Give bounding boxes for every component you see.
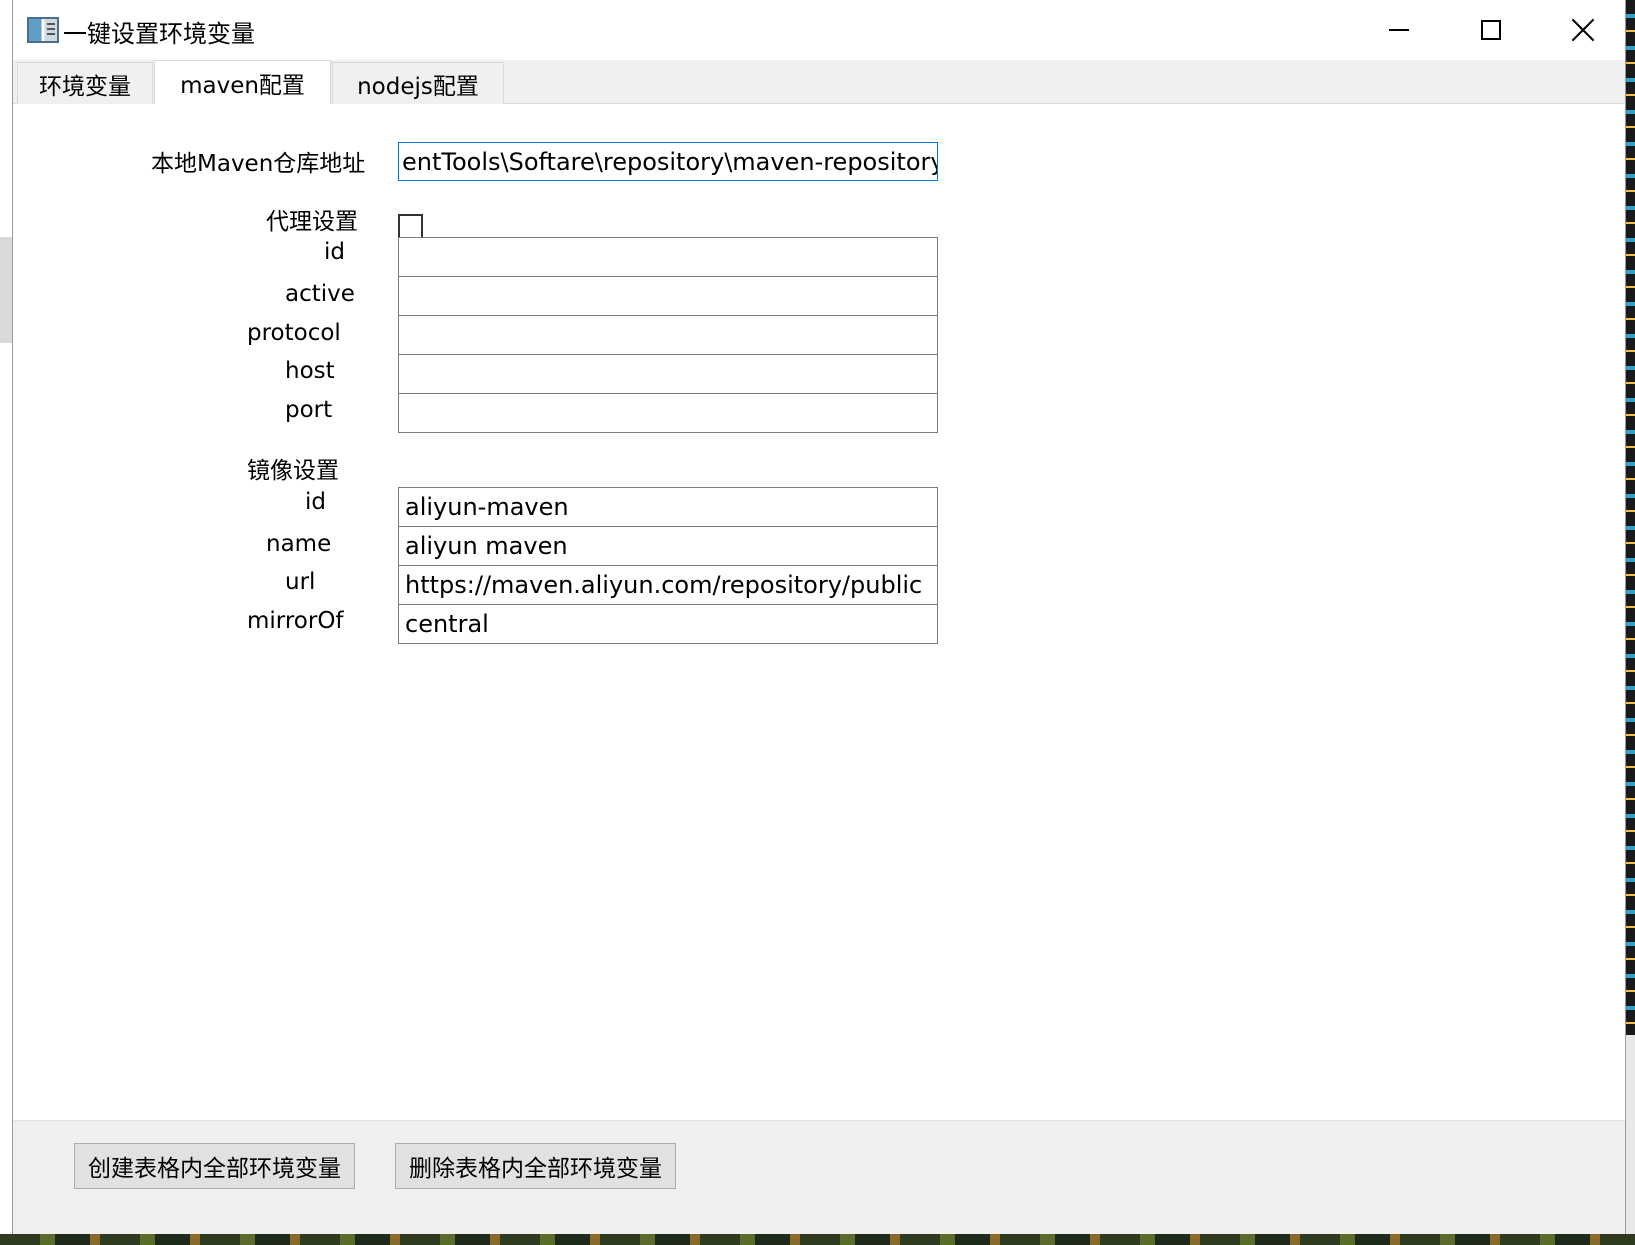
repo-path-value: entTools\Softare\repository\maven-reposi… (402, 148, 938, 176)
proxy-active-label: active (285, 281, 355, 307)
proxy-port-label: port (285, 397, 333, 423)
tab-strip: 环境变量 maven配置 nodejs配置 (13, 60, 1625, 105)
close-button[interactable] (1537, 0, 1629, 60)
proxy-active-input[interactable] (398, 276, 938, 316)
mirror-name-input[interactable]: aliyun maven (398, 526, 938, 566)
footer-bar: 创建表格内全部环境变量 删除表格内全部环境变量 (13, 1120, 1625, 1234)
mirror-url-input[interactable]: https://maven.aliyun.com/repository/publ… (398, 565, 938, 605)
delete-all-env-vars-button[interactable]: 删除表格内全部环境变量 (395, 1143, 676, 1189)
proxy-enabled-checkbox[interactable] (398, 214, 423, 239)
desktop-wallpaper-strip (0, 1234, 1635, 1245)
proxy-host-label: host (285, 358, 335, 384)
close-icon (1571, 18, 1595, 42)
proxy-host-input[interactable] (398, 354, 938, 394)
tab-maven-config[interactable]: maven配置 (154, 60, 331, 105)
mirror-url-label: url (285, 569, 316, 595)
mirror-mirrorof-label: mirrorOf (247, 608, 344, 634)
maximize-icon (1481, 20, 1501, 40)
tab-env-vars[interactable]: 环境变量 (17, 62, 153, 104)
repo-label: 本地Maven仓库地址 (151, 151, 366, 177)
proxy-port-input[interactable] (398, 393, 938, 433)
proxy-id-input[interactable] (398, 237, 938, 277)
proxy-protocol-label: protocol (247, 320, 341, 346)
title-bar[interactable]: 一键设置环境变量 (13, 0, 1625, 60)
mirror-name-label: name (266, 531, 332, 557)
repo-path-input[interactable]: entTools\Softare\repository\maven-reposi… (398, 142, 938, 181)
tab-nodejs-config[interactable]: nodejs配置 (332, 62, 504, 104)
proxy-id-label: id (324, 239, 345, 265)
background-window-right-lower (1625, 1035, 1635, 1245)
proxy-settings-label: 代理设置 (266, 209, 358, 235)
app-window-icon (27, 17, 59, 43)
maximize-button[interactable] (1445, 0, 1537, 60)
mirror-settings-label: 镜像设置 (247, 458, 339, 484)
create-all-env-vars-button[interactable]: 创建表格内全部环境变量 (74, 1143, 355, 1189)
mirror-mirrorof-input[interactable]: central (398, 604, 938, 644)
minimize-icon (1389, 29, 1409, 31)
proxy-protocol-input[interactable] (398, 315, 938, 355)
minimize-button[interactable] (1353, 0, 1445, 60)
app-window: 一键设置环境变量 环境变量 maven配置 nodejs配置 本地Maven仓库… (12, 0, 1626, 1234)
mirror-id-label: id (305, 489, 326, 515)
maven-config-panel: 本地Maven仓库地址 entTools\Softare\repository\… (13, 104, 1625, 1120)
window-title: 一键设置环境变量 (63, 20, 255, 48)
mirror-id-input[interactable]: aliyun-maven (398, 487, 938, 527)
background-window-strip (0, 237, 12, 343)
